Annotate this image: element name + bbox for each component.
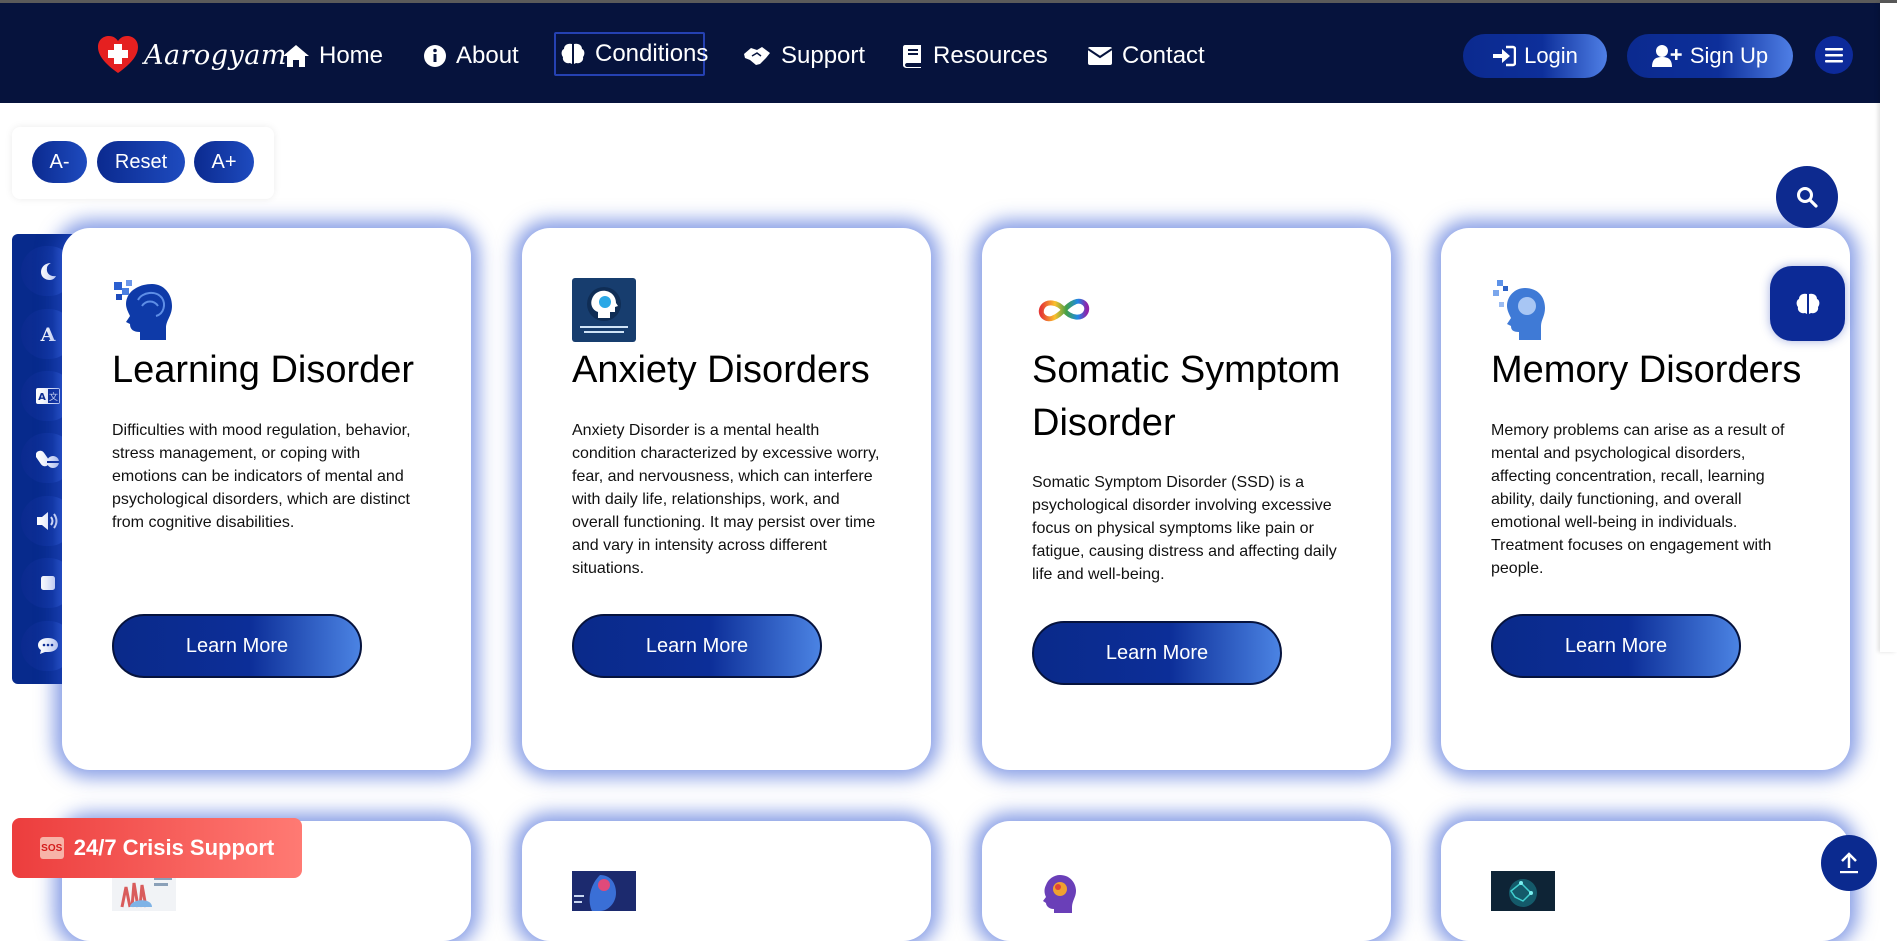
nav-about-label: About	[456, 42, 519, 69]
top-navbar: Aarogyam Home About Conditions Support R…	[0, 3, 1897, 103]
arrow-up-icon	[1840, 852, 1858, 874]
nav-about[interactable]: About	[423, 39, 519, 73]
search-button[interactable]	[1776, 166, 1838, 228]
volume-icon	[36, 512, 57, 530]
rainbow-infinity-icon	[1032, 278, 1096, 342]
condition-card-row2-2	[522, 821, 931, 941]
sos-badge-icon: SOS	[39, 837, 64, 859]
card-title: Learning Disorder	[112, 349, 415, 391]
head-puzzle-icon	[112, 278, 176, 342]
condition-card-learning: Learning Disorder Difficulties with mood…	[62, 228, 471, 770]
chat-icon	[37, 638, 58, 654]
nav-support-label: Support	[781, 42, 866, 69]
nav-conditions[interactable]: Conditions	[554, 32, 709, 76]
user-plus-icon	[1651, 44, 1682, 68]
brand-logo[interactable]: Aarogyam	[96, 33, 287, 77]
login-button[interactable]: Login	[1463, 34, 1607, 78]
brain-widget-button[interactable]	[1770, 266, 1845, 341]
svg-text:A: A	[38, 392, 46, 403]
scroll-to-top-button[interactable]	[1821, 835, 1877, 891]
condition-card-somatic: Somatic Symptom Disorder Somatic Symptom…	[982, 228, 1391, 770]
brand-name: Aarogyam	[144, 39, 287, 71]
learn-more-button[interactable]: Learn More	[112, 614, 362, 678]
hamburger-menu-button[interactable]	[1815, 36, 1853, 74]
crisis-support-label: 24/7 Crisis Support	[73, 835, 275, 860]
condition-card-row2-4	[1441, 821, 1850, 941]
handshake-icon	[742, 44, 772, 68]
learn-more-button[interactable]: Learn More	[1032, 621, 1282, 685]
book-icon	[902, 43, 924, 69]
login-label: Login	[1524, 43, 1578, 68]
brain-scan-icon	[572, 871, 636, 916]
info-icon	[423, 44, 447, 68]
pills-icon	[35, 450, 59, 468]
nav-home[interactable]: Home	[282, 39, 383, 73]
moon-icon	[40, 263, 56, 280]
signup-label: Sign Up	[1689, 43, 1769, 68]
card-title: Somatic Symptom Disorder	[1032, 349, 1341, 444]
crisis-support-button[interactable]: SOS 24/7 Crisis Support	[12, 818, 302, 878]
card-title: Memory Disorders	[1491, 349, 1802, 391]
home-icon	[282, 43, 310, 69]
nav-conditions-label: Conditions	[595, 40, 709, 67]
learn-more-button[interactable]: Learn More	[572, 614, 822, 678]
brain-icon	[1796, 293, 1819, 314]
head-puzzle-memory-icon	[1491, 278, 1555, 342]
nav-support[interactable]: Support	[742, 39, 865, 73]
adhd-badge-icon	[572, 278, 636, 342]
signup-button[interactable]: Sign Up	[1627, 34, 1793, 78]
svg-text:A: A	[39, 324, 55, 344]
nav-home-label: Home	[319, 42, 384, 69]
font-icon: A	[39, 324, 55, 344]
increase-font-button[interactable]: A+	[194, 141, 254, 183]
decrease-font-button[interactable]: A-	[32, 141, 87, 183]
envelope-icon	[1087, 46, 1113, 66]
nav-resources[interactable]: Resources	[902, 39, 1048, 73]
condition-card-row2-3	[982, 821, 1391, 941]
learn-more-button[interactable]: Learn More	[1491, 614, 1741, 678]
svg-text:文: 文	[48, 391, 57, 403]
stop-icon	[40, 576, 55, 590]
nav-contact[interactable]: Contact	[1087, 39, 1205, 73]
colorful-head-icon	[1040, 873, 1080, 918]
reset-font-button[interactable]: Reset	[97, 141, 185, 183]
card-description: Somatic Symptom Disorder (SSD) is a psyc…	[1032, 474, 1337, 583]
translate-icon: A文	[35, 388, 60, 404]
card-description: Difficulties with mood regulation, behav…	[112, 422, 411, 531]
card-description: Memory problems can arise as a result of…	[1491, 422, 1785, 577]
nav-contact-label: Contact	[1122, 42, 1205, 69]
menu-icon	[1825, 48, 1843, 63]
search-icon	[1797, 187, 1818, 208]
brain-icon	[560, 42, 586, 66]
card-title: Anxiety Disorders	[572, 349, 870, 391]
nav-resources-label: Resources	[933, 42, 1048, 69]
heart-cross-icon	[98, 36, 138, 73]
side-panel-edge	[1880, 3, 1897, 652]
card-description: Anxiety Disorder is a mental health cond…	[572, 422, 880, 577]
neural-network-icon	[1491, 871, 1555, 916]
sign-in-icon	[1492, 45, 1517, 67]
condition-card-anxiety: Anxiety Disorders Anxiety Disorder is a …	[522, 228, 931, 770]
